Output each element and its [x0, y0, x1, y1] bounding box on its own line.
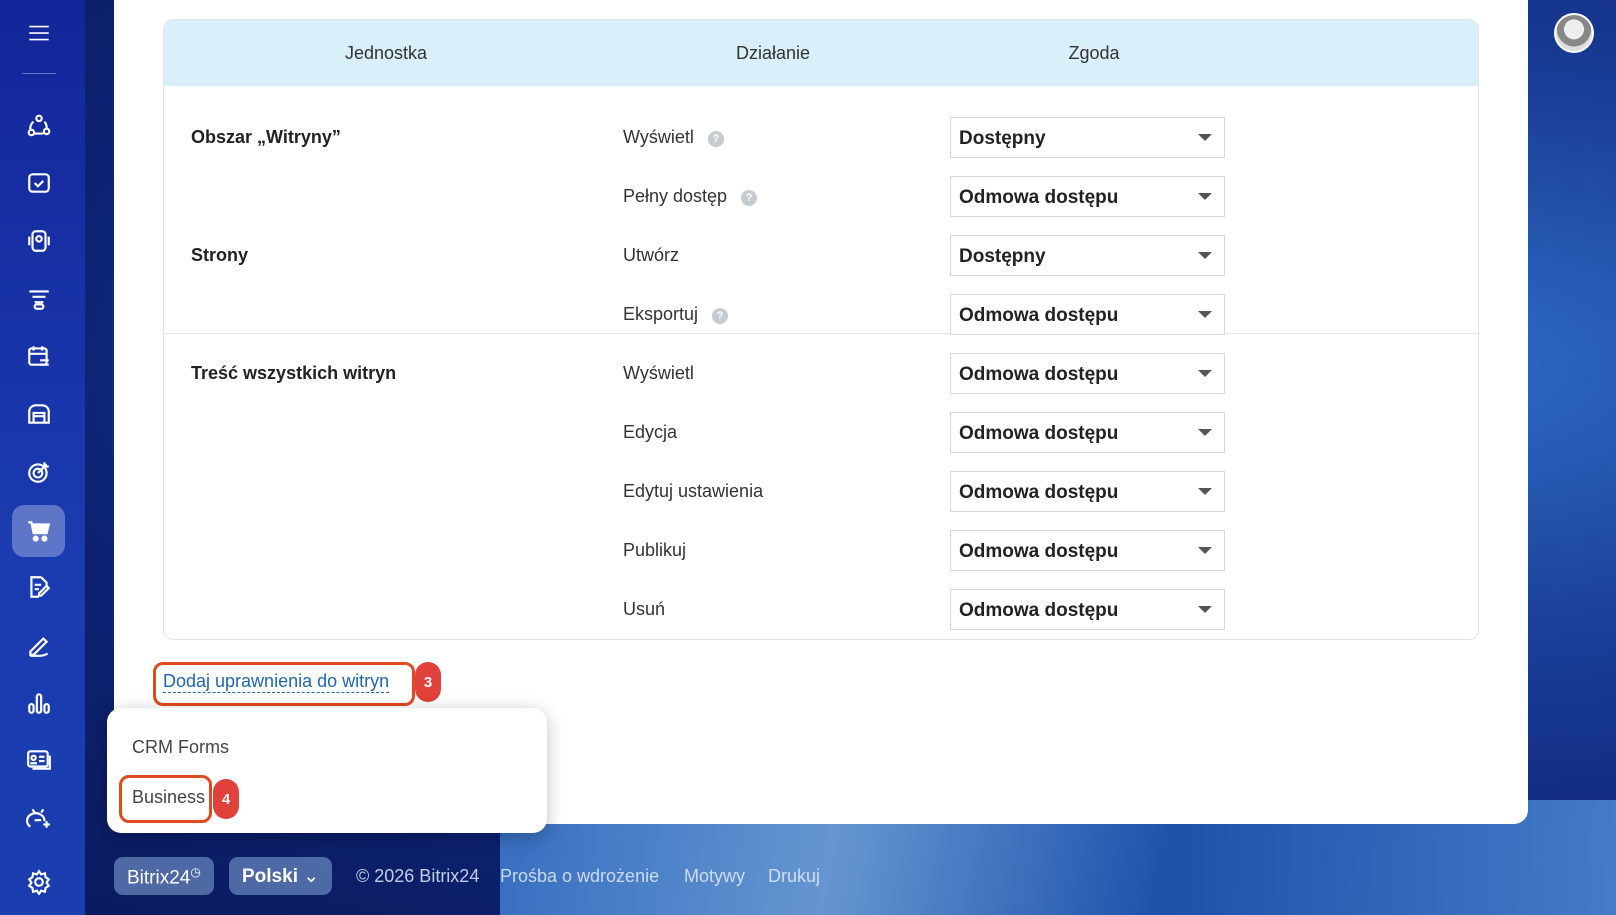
action-label: Pełny dostęp? — [623, 186, 758, 207]
sidebar-divider — [22, 73, 56, 74]
help-icon[interactable]: ? — [741, 190, 758, 206]
entity-label: Strony — [191, 245, 249, 265]
action-label: Edytuj ustawienia — [623, 481, 763, 502]
user-avatar[interactable] — [1554, 13, 1594, 53]
action-text: Wyświetl — [623, 127, 694, 147]
entity-label: Treść wszystkich witryn — [191, 363, 397, 383]
bitrix24-button[interactable]: Bitrix24◷ — [114, 857, 214, 895]
step-badge: 4 — [213, 779, 239, 819]
table-header: Jednostka Działanie Zgoda — [164, 20, 1478, 86]
chevron-down-icon: ⌄ — [303, 866, 320, 887]
permission-select[interactable]: Odmowa dostępu — [950, 530, 1225, 571]
action-text: Publikuj — [623, 540, 687, 560]
document-sign-icon[interactable] — [20, 568, 58, 606]
column-header-action: Działanie — [735, 43, 811, 63]
help-icon[interactable]: ? — [707, 131, 724, 147]
action-label: Eksportuj? — [623, 304, 729, 325]
action-label: Utwórz — [623, 245, 679, 266]
footer-link-themes[interactable]: Motywy — [684, 866, 745, 887]
settings-gear-icon[interactable] — [20, 863, 58, 901]
help-icon[interactable]: ? — [712, 308, 729, 324]
highlight-outline — [153, 662, 415, 706]
sidebar — [0, 0, 85, 915]
copilot-icon[interactable] — [20, 799, 58, 837]
permission-select[interactable]: Odmowa dostępu — [950, 353, 1225, 394]
action-text: Eksportuj — [623, 304, 699, 324]
action-text: Pełny dostęp — [623, 186, 728, 206]
permission-select[interactable]: Dostępny — [950, 235, 1225, 276]
permissions-table: Jednostka Działanie Zgoda Obszar „Witryn… — [163, 19, 1479, 640]
permission-select[interactable]: Odmowa dostępu — [950, 176, 1225, 217]
action-label: Wyświetl — [623, 363, 694, 384]
permission-select[interactable]: Odmowa dostępu — [950, 412, 1225, 453]
copyright: © 2026 Bitrix24 — [356, 866, 480, 886]
permission-select[interactable]: Odmowa dostępu — [950, 294, 1225, 335]
language-select[interactable]: Polski ⌄ — [229, 857, 333, 895]
contact-card-icon[interactable] — [20, 741, 58, 779]
funnel-icon[interactable] — [20, 280, 58, 318]
action-label: Usuń — [623, 599, 665, 620]
column-header-permission: Zgoda — [1068, 43, 1120, 63]
permission-select[interactable]: Odmowa dostępu — [950, 589, 1225, 630]
action-text: Wyświetl — [623, 363, 694, 383]
permission-select[interactable]: Odmowa dostępu — [950, 471, 1225, 512]
clock-icon: ◷ — [190, 865, 201, 879]
warehouse-icon[interactable] — [20, 395, 58, 433]
calendar-icon[interactable] — [20, 337, 58, 375]
action-text: Edycja — [623, 422, 678, 442]
highlight-outline — [119, 775, 212, 823]
row-divider — [164, 333, 1478, 334]
crm-icon[interactable] — [20, 107, 58, 145]
action-label: Wyświetl? — [623, 127, 724, 148]
action-text: Usuń — [623, 599, 666, 619]
language-label: Polski — [242, 866, 298, 887]
shop-cart-icon[interactable] — [12, 505, 65, 557]
action-text: Edytuj ustawienia — [623, 481, 764, 501]
menu-icon[interactable] — [20, 14, 58, 52]
contact-center-icon[interactable] — [20, 222, 58, 260]
bitrix24-label: Bitrix24 — [127, 867, 191, 889]
footer-link-print[interactable]: Drukuj — [768, 866, 820, 887]
pen-icon[interactable] — [20, 626, 58, 664]
action-text: Utwórz — [623, 245, 680, 265]
entity-label: Obszar „Witryny” — [191, 127, 341, 147]
column-header-entity: Jednostka — [344, 43, 428, 63]
analytics-icon[interactable] — [20, 684, 58, 722]
step-badge: 3 — [415, 662, 441, 702]
target-icon[interactable] — [20, 453, 58, 491]
permission-select[interactable]: Dostępny — [950, 117, 1225, 158]
action-label: Publikuj — [623, 540, 686, 561]
footer-link-implementation[interactable]: Prośba o wdrożenie — [500, 866, 659, 887]
menu-item-crm-forms[interactable]: CRM Forms — [132, 737, 229, 758]
action-label: Edycja — [623, 422, 677, 443]
tasks-icon[interactable] — [20, 164, 58, 202]
